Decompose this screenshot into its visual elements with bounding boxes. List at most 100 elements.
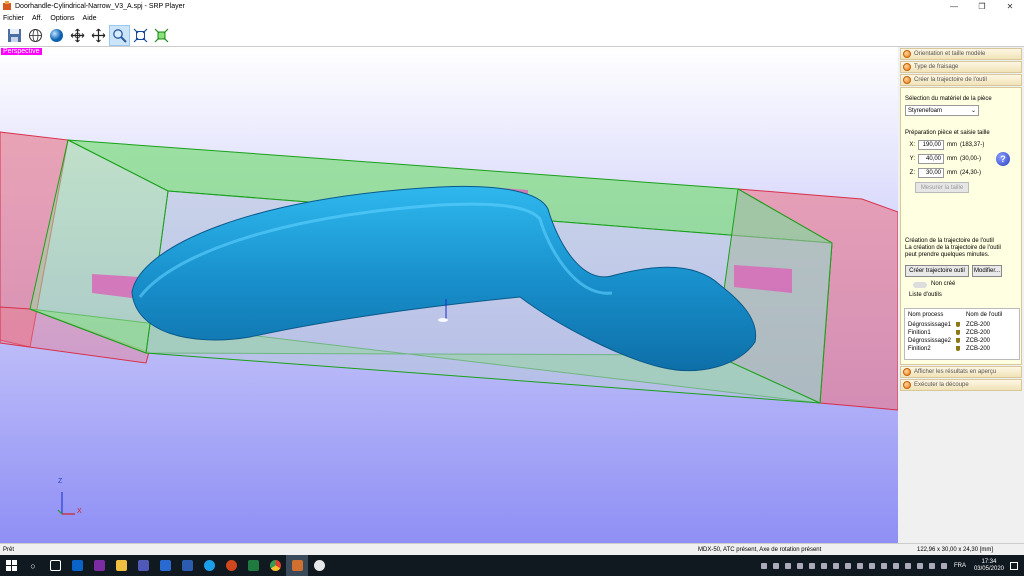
tool-bit-icon bbox=[956, 329, 960, 335]
onenote-icon bbox=[93, 560, 105, 571]
section-preview-header[interactable]: Afficher les résultats en aperçu bbox=[900, 366, 1022, 378]
app2-taskbar-button[interactable] bbox=[308, 555, 330, 576]
table-row[interactable]: Dégrossissage2 ZCB-200 bbox=[908, 337, 1016, 345]
tool-name: ZCB-200 bbox=[966, 330, 991, 336]
menu-affichage[interactable]: Aff. bbox=[32, 15, 42, 22]
toolpath-desc-line1: La création de la trajectoire de l'outil bbox=[905, 245, 1001, 251]
explorer-taskbar-button[interactable] bbox=[110, 555, 132, 576]
fit-icon bbox=[133, 28, 148, 42]
table-row[interactable]: Finition2 ZCB-200 bbox=[908, 345, 1016, 353]
tray-icon[interactable] bbox=[808, 562, 815, 569]
close-button[interactable]: ✕ bbox=[996, 0, 1024, 12]
modify-button[interactable]: Modifier... bbox=[972, 265, 1002, 277]
toolpath-section-body: Sélection du matériel de la pièce Styren… bbox=[900, 87, 1022, 365]
size-x-input[interactable]: 190,00 bbox=[918, 140, 944, 150]
process-name: Finition2 bbox=[908, 346, 931, 352]
col-process-header: Nom process bbox=[908, 312, 944, 318]
minimize-button[interactable]: — bbox=[940, 0, 968, 12]
section-toolpath-header[interactable]: Créer la trajectoire de l'outil bbox=[900, 74, 1022, 86]
wireframe-button[interactable] bbox=[25, 25, 46, 46]
toolpath-status-text: Non créé bbox=[931, 281, 956, 287]
srp-player-taskbar-button[interactable] bbox=[286, 555, 308, 576]
tray-icon[interactable] bbox=[940, 562, 947, 569]
size-y-range: (30,00-) bbox=[960, 156, 982, 162]
save-button[interactable] bbox=[4, 25, 25, 46]
tray-icon[interactable] bbox=[880, 562, 887, 569]
menu-aide[interactable]: Aide bbox=[83, 15, 97, 22]
tray-icon[interactable] bbox=[844, 562, 851, 569]
tool-name: ZCB-200 bbox=[966, 322, 991, 328]
start-button[interactable] bbox=[0, 555, 22, 576]
tray-icon[interactable] bbox=[760, 562, 767, 569]
process-name: Finition1 bbox=[908, 330, 931, 336]
excel-icon bbox=[247, 560, 259, 571]
size-y-input[interactable]: 40,00 bbox=[918, 154, 944, 164]
orange-orb-icon bbox=[903, 76, 911, 84]
pan-button[interactable] bbox=[88, 25, 109, 46]
onenote-taskbar-button[interactable] bbox=[88, 555, 110, 576]
task-view-button[interactable] bbox=[44, 555, 66, 576]
table-row[interactable]: Finition1 ZCB-200 bbox=[908, 329, 1016, 337]
tray-icon[interactable] bbox=[820, 562, 827, 569]
tray-icon[interactable] bbox=[916, 562, 923, 569]
rotate-button[interactable] bbox=[67, 25, 88, 46]
tray-icon[interactable] bbox=[856, 562, 863, 569]
chrome-taskbar-button[interactable] bbox=[264, 555, 286, 576]
table-row[interactable]: Dégrossissage1 ZCB-200 bbox=[908, 321, 1016, 329]
size-axis-y: Y: bbox=[909, 156, 915, 162]
tray-icon[interactable] bbox=[784, 562, 791, 569]
menu-fichier[interactable]: Fichier bbox=[3, 15, 24, 22]
maximize-button[interactable]: ❐ bbox=[968, 0, 996, 12]
powerpoint-taskbar-button[interactable] bbox=[220, 555, 242, 576]
srp-player-icon bbox=[291, 560, 303, 571]
section-preview-label: Afficher les résultats en aperçu bbox=[914, 369, 997, 375]
size-x-range: (183,37-) bbox=[960, 142, 985, 148]
size-z-range: (24,30-) bbox=[960, 170, 982, 176]
tool-list-table[interactable]: Nom process Nom de l'outil Dégrossissage… bbox=[904, 308, 1020, 360]
zoom-button[interactable] bbox=[109, 24, 130, 46]
section-cut-header[interactable]: Exécuter la découpe bbox=[900, 379, 1022, 391]
create-toolpath-button[interactable]: Créer trajectoire outil bbox=[905, 265, 969, 277]
view-mode-label: Perspective bbox=[1, 48, 42, 55]
skype-taskbar-button[interactable] bbox=[198, 555, 220, 576]
skype-icon bbox=[203, 560, 215, 571]
outlook-taskbar-button[interactable] bbox=[66, 555, 88, 576]
sphere-icon bbox=[50, 28, 63, 42]
section-cut-label: Exécuter la découpe bbox=[914, 382, 969, 388]
search-button[interactable]: ○ bbox=[22, 555, 44, 576]
3d-viewport[interactable]: Perspective Z X bbox=[0, 47, 898, 543]
axis-x-label: X bbox=[77, 508, 82, 515]
tray-icon[interactable] bbox=[868, 562, 875, 569]
fit-selection-button[interactable] bbox=[151, 25, 172, 46]
toolpath-button-row: Créer trajectoire outil Modifier... bbox=[905, 265, 1019, 277]
shaded-button[interactable] bbox=[46, 25, 67, 46]
word-taskbar-button[interactable] bbox=[176, 555, 198, 576]
process-name: Dégrossissage1 bbox=[908, 322, 952, 328]
process-name: Dégrossissage2 bbox=[908, 338, 952, 344]
tray-icon[interactable] bbox=[832, 562, 839, 569]
section-orientation-header[interactable]: Orientation et taille modèle bbox=[900, 48, 1022, 60]
language-indicator[interactable]: FRA bbox=[954, 563, 966, 569]
teams-taskbar-button[interactable] bbox=[132, 555, 154, 576]
size-z-input[interactable]: 30,00 bbox=[918, 168, 944, 178]
tray-icon[interactable] bbox=[928, 562, 935, 569]
rotate-icon bbox=[70, 28, 85, 42]
tray-icon[interactable] bbox=[796, 562, 803, 569]
powerpoint-icon bbox=[225, 560, 237, 571]
fit-view-button[interactable] bbox=[130, 25, 151, 46]
side-panel: Orientation et taille modèle Type de fra… bbox=[900, 47, 1022, 543]
notification-icon[interactable] bbox=[1010, 561, 1018, 570]
tray-icon[interactable] bbox=[772, 562, 779, 569]
section-milling-type-header[interactable]: Type de fraisage bbox=[900, 61, 1022, 73]
material-select[interactable]: Styrenefoam ⌄ bbox=[905, 105, 979, 116]
help-icon[interactable]: ? bbox=[996, 152, 1010, 166]
app-taskbar-button[interactable] bbox=[154, 555, 176, 576]
measure-size-button[interactable]: Mesurer la taille bbox=[915, 182, 969, 193]
clock[interactable]: 17:34 03/05/2020 bbox=[974, 559, 1004, 573]
menu-options[interactable]: Options bbox=[50, 15, 74, 22]
clock-date: 03/05/2020 bbox=[973, 565, 1004, 572]
tray-icon[interactable] bbox=[892, 562, 899, 569]
col-tool-header: Nom de l'outil bbox=[966, 312, 1003, 318]
tray-icon[interactable] bbox=[904, 562, 911, 569]
excel-taskbar-button[interactable] bbox=[242, 555, 264, 576]
